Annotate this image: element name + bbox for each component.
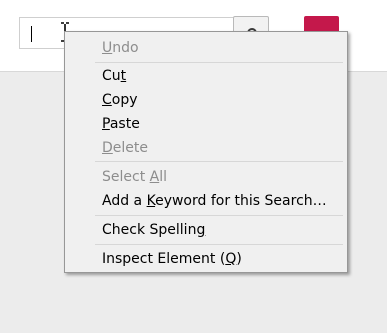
- text-caret: [31, 26, 32, 42]
- menu-item-delete-accesskey: D: [102, 140, 113, 156]
- menu-separator: [95, 215, 343, 216]
- menu-item-cut[interactable]: Cut: [102, 64, 126, 88]
- menu-item-paste-accesskey: P: [102, 116, 110, 132]
- menu-item-select-all-label-rest: ll: [159, 169, 167, 185]
- menu-separator: [95, 244, 343, 245]
- menu-item-add-keyword-accesskey: K: [146, 193, 156, 209]
- menu-item-paste-label-rest: aste: [109, 116, 140, 132]
- menu-item-undo-accesskey: U: [102, 40, 113, 56]
- menu-item-cut-accesskey: t: [120, 68, 127, 84]
- menu-item-select-all-accesskey: A: [149, 169, 160, 185]
- menu-item-add-keyword-label-rest: eyword for this Search…: [155, 193, 327, 209]
- menu-item-check-spelling-accesskey: g: [196, 222, 206, 238]
- menu-item-inspect-element-label-rest: ): [236, 251, 242, 267]
- menu-item-inspect-element-label: Inspect Element (: [102, 251, 226, 267]
- menu-separator: [95, 161, 343, 162]
- menu-item-undo-label-rest: ndo: [112, 40, 139, 56]
- menu-separator: [95, 62, 343, 63]
- menu-item-copy-accesskey: C: [102, 92, 112, 108]
- context-menu: Undo Cut Copy Paste Delete Select All Ad…: [64, 31, 348, 273]
- menu-item-select-all[interactable]: Select All: [102, 165, 167, 189]
- menu-item-select-all-label: Select: [102, 169, 150, 185]
- menu-item-cut-label: Cu: [102, 68, 121, 84]
- menu-item-copy-label-rest: opy: [111, 92, 138, 108]
- menu-item-copy[interactable]: Copy: [102, 88, 138, 112]
- menu-item-paste[interactable]: Paste: [102, 112, 140, 136]
- menu-item-add-keyword-label: Add a: [102, 193, 147, 209]
- menu-item-check-spelling[interactable]: Check Spelling: [102, 218, 205, 242]
- menu-item-add-keyword[interactable]: Add a Keyword for this Search…: [102, 189, 327, 213]
- menu-item-delete[interactable]: Delete: [102, 136, 148, 160]
- menu-item-inspect-element-accesskey: Q: [225, 251, 237, 267]
- menu-item-inspect-element[interactable]: Inspect Element (Q): [102, 247, 242, 271]
- menu-item-check-spelling-label: Check Spellin: [102, 222, 197, 238]
- menu-item-delete-label-rest: elete: [112, 140, 148, 156]
- menu-item-undo[interactable]: Undo: [102, 36, 139, 60]
